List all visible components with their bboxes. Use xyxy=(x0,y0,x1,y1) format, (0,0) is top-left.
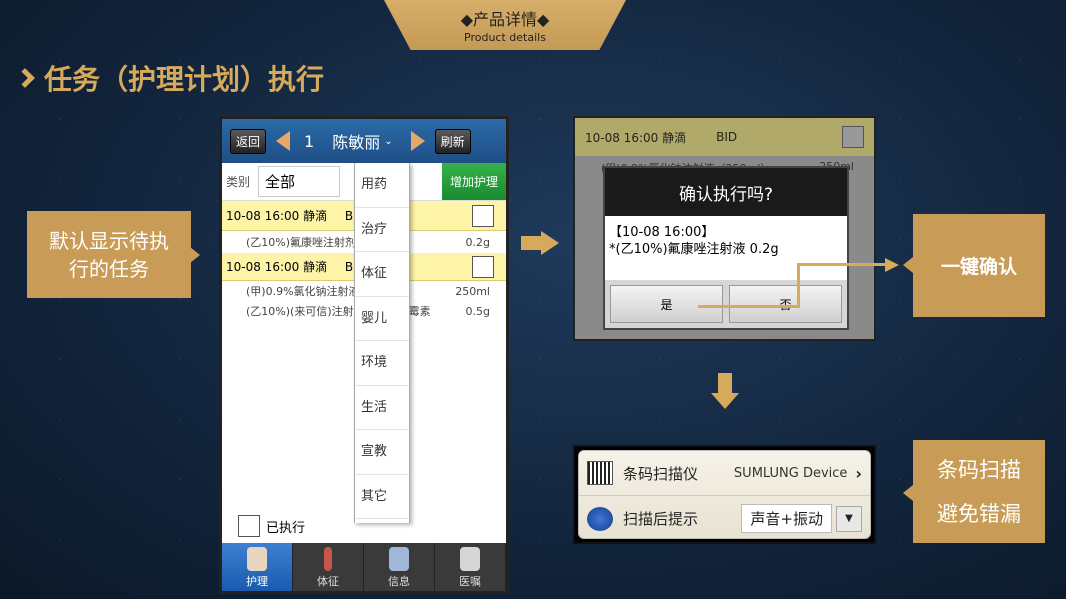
tab-nursing[interactable]: 护理 xyxy=(222,543,293,591)
executed-label: 已执行 xyxy=(266,520,306,536)
no-button[interactable]: 否 xyxy=(729,285,842,323)
scanner-label: 条码扫描仪 xyxy=(623,464,699,483)
scanner-settings: 条码扫描仪 SUMLUNG Device › 扫描后提示 声音+振动 ▼ xyxy=(573,445,876,544)
prev-patient-icon[interactable] xyxy=(276,131,291,151)
scan-alert-label: 扫描后提示 xyxy=(623,510,699,528)
menu-item[interactable]: 用药 xyxy=(355,163,409,208)
menu-item[interactable]: 其它 xyxy=(355,475,409,519)
next-patient-icon[interactable] xyxy=(410,131,425,151)
clipboard-icon xyxy=(460,547,480,571)
category-select[interactable]: 全部 xyxy=(258,166,341,197)
dialog-body: 【10-08 16:00】 *(乙10%)氟康唑注射液 0.2g xyxy=(605,216,847,266)
nurse-icon xyxy=(247,547,267,571)
executed-filter[interactable]: 已执行 xyxy=(238,515,305,537)
phone-header: 返回 1 陈敏丽 ⌄ 刷新 xyxy=(222,119,506,163)
page-title-text: 任务（护理计划）执行 xyxy=(44,63,325,96)
tab-orders[interactable]: 医嘱 xyxy=(435,543,506,591)
patient-name[interactable]: 陈敏丽 xyxy=(332,129,380,153)
barcode-icon xyxy=(587,461,613,485)
yes-button[interactable]: 是 xyxy=(610,285,723,323)
callout-pointer xyxy=(190,247,200,263)
dropdown-icon[interactable]: ▼ xyxy=(836,505,862,532)
callout-one-click: 一键确认 xyxy=(913,214,1045,317)
scan-alert-select[interactable]: 声音+振动 xyxy=(741,504,832,533)
task-freq: B xyxy=(344,260,354,274)
category-label: 类别 xyxy=(226,175,251,189)
dialog-title: 确认执行吗? xyxy=(605,168,847,216)
callout-text: 默认显示待执行的任务 xyxy=(49,228,169,281)
section-banner: ◆产品详情◆ Product details xyxy=(384,0,626,50)
bell-icon xyxy=(587,506,613,531)
bottom-tab-bar: 护理 体征 信息 医嘱 xyxy=(222,543,506,591)
tab-info[interactable]: 信息 xyxy=(364,543,435,591)
add-nursing-button[interactable]: 增加护理 xyxy=(441,163,506,200)
chevron-right-icon[interactable]: › xyxy=(855,464,862,483)
banner-subtitle: Product details xyxy=(464,31,546,44)
flow-arrow-icon xyxy=(521,236,541,250)
menu-item[interactable]: 体征 xyxy=(355,252,409,297)
scanner-device-value: SUMLUNG Device xyxy=(733,465,848,481)
id-card-icon xyxy=(389,547,409,571)
menu-item[interactable]: 宣教 xyxy=(355,430,409,475)
executed-checkbox[interactable] xyxy=(238,515,260,537)
scanner-device-row[interactable]: 条码扫描仪 SUMLUNG Device › xyxy=(579,451,870,496)
task-checkbox[interactable] xyxy=(472,204,494,227)
menu-item[interactable]: 婴儿 xyxy=(355,297,409,341)
thermometer-icon xyxy=(324,547,332,571)
chevron-right-icon xyxy=(15,68,35,88)
task-time: 10-08 16:00 静滴 xyxy=(226,209,328,223)
task-list: 类别 全部 增加护理 10-08 16:00 静滴 B (乙10%)氟康唑注射剂… xyxy=(222,163,506,543)
category-menu: 用药 治疗 体征 婴儿 环境 生活 宣教 其它 xyxy=(354,163,410,523)
task-time: 10-08 16:00 静滴 xyxy=(226,260,328,274)
banner-title: ◆产品详情◆ xyxy=(460,10,550,29)
callout-default-tasks: 默认显示待执行的任务 xyxy=(27,211,191,298)
refresh-button[interactable]: 刷新 xyxy=(434,128,471,154)
tab-vitals[interactable]: 体征 xyxy=(293,543,364,591)
callout-scan: 条码扫描 避免错漏 xyxy=(913,440,1045,543)
arrow-right-icon xyxy=(885,258,899,272)
down-arrow-icon xyxy=(718,373,732,393)
task-checkbox[interactable] xyxy=(472,255,494,278)
page-title: 任务（护理计划）执行 xyxy=(15,58,325,98)
bg-task-row: 10-08 16:00 静滴 BID xyxy=(575,118,874,156)
scan-alert-row: 扫描后提示 声音+振动 ▼ xyxy=(579,496,870,541)
back-button[interactable]: 返回 xyxy=(230,128,267,154)
task-freq: B xyxy=(344,209,354,223)
patient-index: 1 xyxy=(304,131,315,151)
menu-item[interactable]: 生活 xyxy=(355,386,409,430)
menu-item[interactable]: 治疗 xyxy=(355,208,409,252)
menu-item[interactable]: 环境 xyxy=(355,341,409,386)
chevron-down-icon[interactable]: ⌄ xyxy=(384,136,392,147)
phone-task-screen: 返回 1 陈敏丽 ⌄ 刷新 类别 全部 增加护理 10-08 16:00 静滴 … xyxy=(219,116,509,594)
